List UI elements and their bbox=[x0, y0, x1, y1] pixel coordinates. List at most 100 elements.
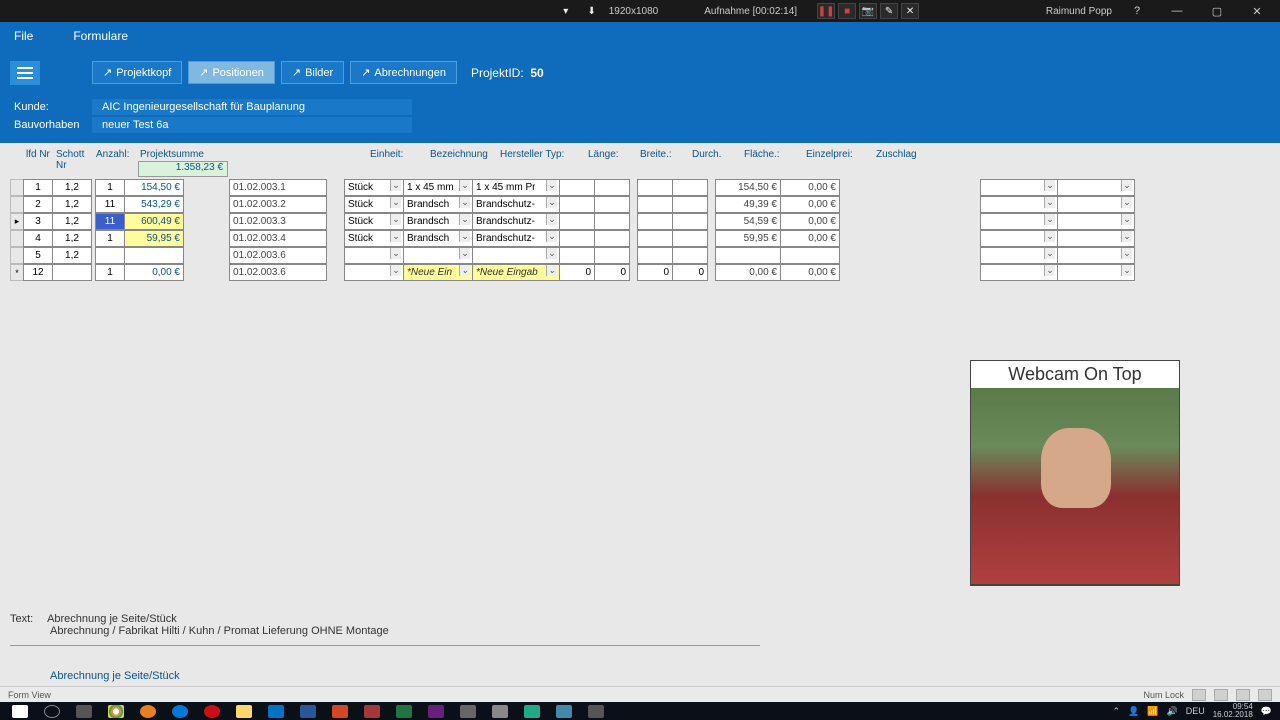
cell-durch[interactable]: 0 bbox=[637, 264, 673, 281]
cortana-button[interactable] bbox=[36, 702, 68, 720]
cell-flaeche[interactable]: 0 bbox=[672, 264, 708, 281]
cell-schott[interactable] bbox=[52, 264, 92, 281]
cell-bezeichnung[interactable]: Brandsch bbox=[403, 213, 473, 230]
cell-bezeichnung[interactable]: Brandsch bbox=[403, 230, 473, 247]
stop-button[interactable]: ■ bbox=[838, 3, 856, 19]
cell-einzelpreis[interactable]: 49,39 € bbox=[715, 196, 781, 213]
edge-app[interactable] bbox=[164, 702, 196, 720]
cell-zuschlag[interactable]: 0,00 € bbox=[780, 230, 840, 247]
access-app[interactable] bbox=[356, 702, 388, 720]
cell-hersteller[interactable]: 1 x 45 mm Pr bbox=[472, 179, 560, 196]
cell-extra1[interactable] bbox=[980, 264, 1058, 281]
cell-breite[interactable] bbox=[594, 247, 630, 264]
cell-einheit[interactable]: Stück bbox=[344, 213, 404, 230]
cell-laenge[interactable] bbox=[559, 213, 595, 230]
app-18[interactable] bbox=[548, 702, 580, 720]
menu-file[interactable]: File bbox=[8, 25, 39, 47]
row-selector[interactable]: * bbox=[10, 264, 24, 281]
cell-extra2[interactable] bbox=[1057, 196, 1135, 213]
cell-breite[interactable] bbox=[594, 196, 630, 213]
row-selector[interactable]: ▸ bbox=[10, 213, 24, 230]
cell-durch[interactable] bbox=[637, 213, 673, 230]
cell-summe[interactable]: 0,00 € bbox=[124, 264, 184, 281]
cell-hersteller[interactable]: Brandschutz- bbox=[472, 213, 560, 230]
cell-extra2[interactable] bbox=[1057, 247, 1135, 264]
cell-einheit[interactable]: Stück bbox=[344, 196, 404, 213]
table-row[interactable]: 5 1,2 01.02.003.6 bbox=[10, 247, 1270, 264]
app-15[interactable] bbox=[452, 702, 484, 720]
row-selector[interactable] bbox=[10, 230, 24, 247]
cell-einheit[interactable] bbox=[344, 264, 404, 281]
network-icon[interactable]: 📶 bbox=[1147, 706, 1158, 717]
cell-durch[interactable] bbox=[637, 196, 673, 213]
cell-summe[interactable]: 154,50 € bbox=[124, 179, 184, 196]
cell-extra1[interactable] bbox=[980, 179, 1058, 196]
cell-bezeichnung[interactable]: *Neue Ein bbox=[403, 264, 473, 281]
tray-chevron-icon[interactable]: ⌃ bbox=[1113, 706, 1121, 717]
cell-flaeche[interactable] bbox=[672, 247, 708, 264]
cell-flaeche[interactable] bbox=[672, 230, 708, 247]
close-window-button[interactable]: ✕ bbox=[1242, 2, 1272, 20]
cell-einzelpreis[interactable]: 59,95 € bbox=[715, 230, 781, 247]
cell-durch[interactable] bbox=[637, 230, 673, 247]
cell-anzahl[interactable]: 1 bbox=[95, 230, 125, 247]
cell-extra1[interactable] bbox=[980, 196, 1058, 213]
cell-lfd[interactable]: 3 bbox=[23, 213, 53, 230]
view-icon-1[interactable] bbox=[1192, 689, 1206, 701]
cell-zuschlag[interactable]: 0,00 € bbox=[780, 264, 840, 281]
cell-extra1[interactable] bbox=[980, 247, 1058, 264]
close-recorder-button[interactable]: ✕ bbox=[901, 3, 919, 19]
cell-bezeichnung[interactable]: Brandsch bbox=[403, 196, 473, 213]
system-tray[interactable]: ⌃ 👤 📶 🔊 DEU 09:5416.02.2018 💬 bbox=[1113, 703, 1276, 719]
cell-breite[interactable] bbox=[594, 179, 630, 196]
cell-code[interactable]: 01.02.003.6 bbox=[229, 247, 327, 264]
word-app[interactable] bbox=[292, 702, 324, 720]
cell-einzelpreis[interactable]: 154,50 € bbox=[715, 179, 781, 196]
cell-bezeichnung[interactable] bbox=[403, 247, 473, 264]
cell-code[interactable]: 01.02.003.6 bbox=[229, 264, 327, 281]
tab-projektkopf[interactable]: ↗Projektkopf bbox=[92, 61, 182, 84]
cell-einheit[interactable]: Stück bbox=[344, 230, 404, 247]
cell-zuschlag[interactable]: 0,00 € bbox=[780, 179, 840, 196]
help-button[interactable]: ? bbox=[1122, 2, 1152, 20]
cell-anzahl[interactable]: 11 bbox=[95, 196, 125, 213]
action-center-icon[interactable]: 💬 bbox=[1261, 706, 1272, 717]
cell-extra1[interactable] bbox=[980, 213, 1058, 230]
cell-schott[interactable]: 1,2 bbox=[52, 247, 92, 264]
app-16[interactable] bbox=[484, 702, 516, 720]
cell-summe[interactable]: 543,29 € bbox=[124, 196, 184, 213]
cell-lfd[interactable]: 4 bbox=[23, 230, 53, 247]
cell-durch[interactable] bbox=[637, 179, 673, 196]
webcam-overlay[interactable]: Webcam On Top bbox=[970, 360, 1180, 586]
cell-laenge[interactable] bbox=[559, 230, 595, 247]
cell-summe[interactable] bbox=[124, 247, 184, 264]
cell-laenge[interactable] bbox=[559, 196, 595, 213]
app-19[interactable] bbox=[580, 702, 612, 720]
cell-laenge[interactable] bbox=[559, 179, 595, 196]
cell-zuschlag[interactable]: 0,00 € bbox=[780, 213, 840, 230]
cell-flaeche[interactable] bbox=[672, 213, 708, 230]
view-icon-3[interactable] bbox=[1236, 689, 1250, 701]
visualstudio-app[interactable] bbox=[420, 702, 452, 720]
cell-extra1[interactable] bbox=[980, 230, 1058, 247]
cell-schott[interactable]: 1,2 bbox=[52, 179, 92, 196]
table-row[interactable]: 4 1,2 1 59,95 € 01.02.003.4 Stück Brands… bbox=[10, 230, 1270, 247]
cell-einzelpreis[interactable]: 54,59 € bbox=[715, 213, 781, 230]
tab-positionen[interactable]: ↗Positionen bbox=[188, 61, 275, 84]
tab-abrechnungen[interactable]: ↗Abrechnungen bbox=[350, 61, 457, 84]
cell-lfd[interactable]: 1 bbox=[23, 179, 53, 196]
clock[interactable]: 09:5416.02.2018 bbox=[1213, 703, 1253, 719]
cell-einzelpreis[interactable]: 0,00 € bbox=[715, 264, 781, 281]
opera-app[interactable] bbox=[196, 702, 228, 720]
start-button[interactable] bbox=[4, 702, 36, 720]
screenshot-button[interactable]: 📷 bbox=[859, 3, 877, 19]
menu-formulare[interactable]: Formulare bbox=[67, 25, 134, 47]
minimize-button[interactable]: — bbox=[1162, 2, 1192, 20]
people-icon[interactable]: 👤 bbox=[1128, 706, 1139, 717]
view-icon-4[interactable] bbox=[1258, 689, 1272, 701]
row-selector[interactable] bbox=[10, 179, 24, 196]
cell-hersteller[interactable]: Brandschutz- bbox=[472, 230, 560, 247]
outlook-app[interactable] bbox=[260, 702, 292, 720]
cell-extra2[interactable] bbox=[1057, 179, 1135, 196]
table-row[interactable]: 2 1,2 11 543,29 € 01.02.003.2 Stück Bran… bbox=[10, 196, 1270, 213]
